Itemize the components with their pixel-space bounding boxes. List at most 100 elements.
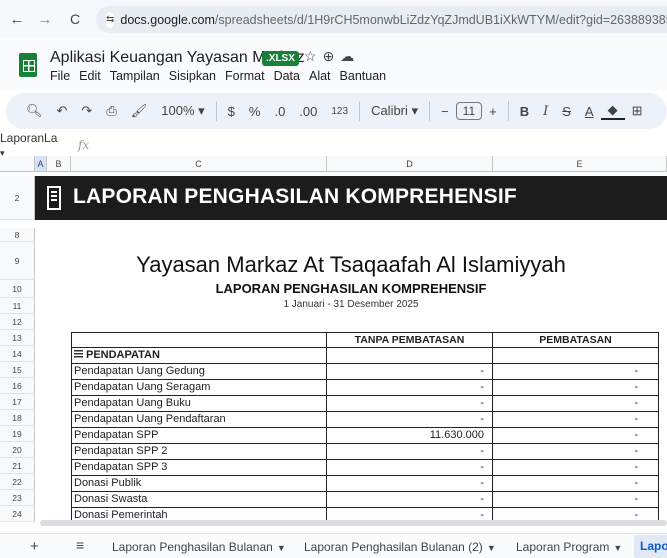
table-cell[interactable] [327,348,493,364]
item-value-e[interactable]: - [493,364,659,380]
bold-button[interactable]: B [513,104,536,119]
name-box[interactable]: LaporanLa ▾ [0,131,58,159]
undo-icon[interactable]: ↶ [50,103,75,119]
menu-file[interactable]: File [50,69,70,83]
menu-view[interactable]: Tampilan [110,69,160,83]
row-header-22[interactable]: 22 [0,474,35,490]
col-header-d[interactable]: D [327,156,493,172]
font-size-input[interactable]: 11 [455,102,483,120]
zoom-select[interactable]: 100% ▾ [154,103,211,119]
redo-icon[interactable]: ↷ [74,103,99,119]
sheet-tab[interactable]: Laporan Program ▼ [516,540,622,554]
item-label[interactable]: Pendapatan Uang Gedung [71,364,327,380]
increase-font-size-button[interactable]: + [482,104,504,119]
search-menus-icon[interactable]: 🔍︎ [6,103,50,119]
row-header-15[interactable]: 15 [0,362,35,378]
row-header-21[interactable]: 21 [0,458,35,474]
forward-icon[interactable]: → [34,11,56,28]
menu-help[interactable]: Bantuan [340,69,387,83]
percent-button[interactable]: % [242,104,268,119]
item-label[interactable]: Donasi Publik [71,476,327,492]
col-e-header[interactable]: PEMBATASAN [493,332,659,348]
row-header-20[interactable]: 20 [0,442,35,458]
item-value-e[interactable]: - [493,380,659,396]
item-label[interactable]: Pendapatan Uang Buku [71,396,327,412]
decrease-decimal-button[interactable]: .0 [267,104,292,119]
spreadsheet-grid[interactable]: A B C D E 2 8 9 10 11 12 13 14 15 16 17 … [0,156,667,526]
item-label[interactable]: Pendapatan Uang Pendaftaran [71,412,327,428]
row-header-19[interactable]: 19 [0,426,35,442]
item-value-d[interactable]: - [327,460,493,476]
item-value-d[interactable]: - [327,380,493,396]
item-label[interactable]: Donasi Swasta [71,492,327,508]
paint-format-icon[interactable]: 🖌︎ [124,103,155,119]
menu-edit[interactable]: Edit [79,69,101,83]
sheets-logo-icon[interactable] [19,53,37,77]
item-value-d[interactable]: - [327,364,493,380]
col-header-c[interactable]: C [71,156,327,172]
item-label[interactable]: Pendapatan SPP 3 [71,460,327,476]
back-icon[interactable]: ← [6,11,28,28]
row-header-2[interactable]: 2 [0,176,35,220]
all-sheets-icon[interactable]: ≡ [76,537,84,553]
sheet-tab-active[interactable]: Lapo [634,535,667,558]
borders-icon[interactable]: ⊞ [625,103,650,119]
row-header-17[interactable]: 17 [0,394,35,410]
add-sheet-icon[interactable]: + [30,538,39,555]
item-value-e[interactable]: - [493,396,659,412]
print-icon[interactable]: ⎙ [99,103,123,119]
col-header-a[interactable]: A [35,156,47,172]
row-header-10[interactable]: 10 [0,280,35,298]
horizontal-scrollbar[interactable] [40,520,667,526]
item-value-d[interactable]: - [327,492,493,508]
section-label-cell[interactable]: PENDAPATAN [71,348,327,364]
menu-insert[interactable]: Sisipkan [169,69,216,83]
currency-button[interactable]: $ [221,104,242,119]
move-icon[interactable]: ⊕ [323,48,341,64]
item-value-d[interactable]: 11.630.000 [327,428,493,444]
row-header-14[interactable]: 14 [0,346,35,362]
col-header-e[interactable]: E [493,156,667,172]
item-value-e[interactable]: - [493,412,659,428]
text-color-button[interactable]: A [578,104,601,119]
number-format-button[interactable]: 123 [324,106,355,117]
font-select[interactable]: Calibri ▾ [364,103,425,119]
item-label[interactable]: Pendapatan SPP 2 [71,444,327,460]
item-value-e[interactable]: - [493,492,659,508]
table-cell[interactable] [493,348,659,364]
sheet-tab[interactable]: Laporan Penghasilan Bulanan (2) ▼ [304,540,496,554]
item-value-d[interactable]: - [327,396,493,412]
item-value-d[interactable]: - [327,476,493,492]
col-d-header[interactable]: TANPA PEMBATASAN [327,332,493,348]
cloud-status-icon[interactable]: ☁ [340,48,360,64]
table-cell[interactable] [71,332,327,348]
row-header-23[interactable]: 23 [0,490,35,506]
row-header-18[interactable]: 18 [0,410,35,426]
menu-format[interactable]: Format [225,69,265,83]
decrease-font-size-button[interactable]: − [434,104,456,119]
item-value-e[interactable]: - [493,428,659,444]
select-all-corner[interactable] [0,156,35,172]
col-header-b[interactable]: B [47,156,71,172]
item-value-e[interactable]: - [493,476,659,492]
row-header-11[interactable]: 11 [0,298,35,314]
address-bar[interactable]: ⇆ docs.google.com/spreadsheets/d/1H9rCH5… [96,6,667,33]
menu-data[interactable]: Data [274,69,300,83]
item-label[interactable]: Pendapatan Uang Seragam [71,380,327,396]
item-value-e[interactable]: - [493,460,659,476]
site-info-icon[interactable]: ⇆ [106,11,115,28]
increase-decimal-button[interactable]: .00 [292,104,324,119]
row-header-9[interactable]: 9 [0,242,35,280]
item-label[interactable]: Pendapatan SPP [71,428,327,444]
row-header-16[interactable]: 16 [0,378,35,394]
item-value-d[interactable]: - [327,444,493,460]
reload-icon[interactable]: C [64,11,86,27]
fill-color-icon[interactable]: ◆ [600,102,625,120]
row-header-24[interactable]: 24 [0,506,35,522]
item-value-d[interactable]: - [327,412,493,428]
item-value-e[interactable]: - [493,444,659,460]
italic-button[interactable]: I [536,104,555,119]
sheet-tab[interactable]: Laporan Penghasilan Bulanan ▼ [112,540,286,554]
strikethrough-button[interactable]: S [555,104,578,119]
star-icon[interactable]: ☆ [304,48,323,64]
